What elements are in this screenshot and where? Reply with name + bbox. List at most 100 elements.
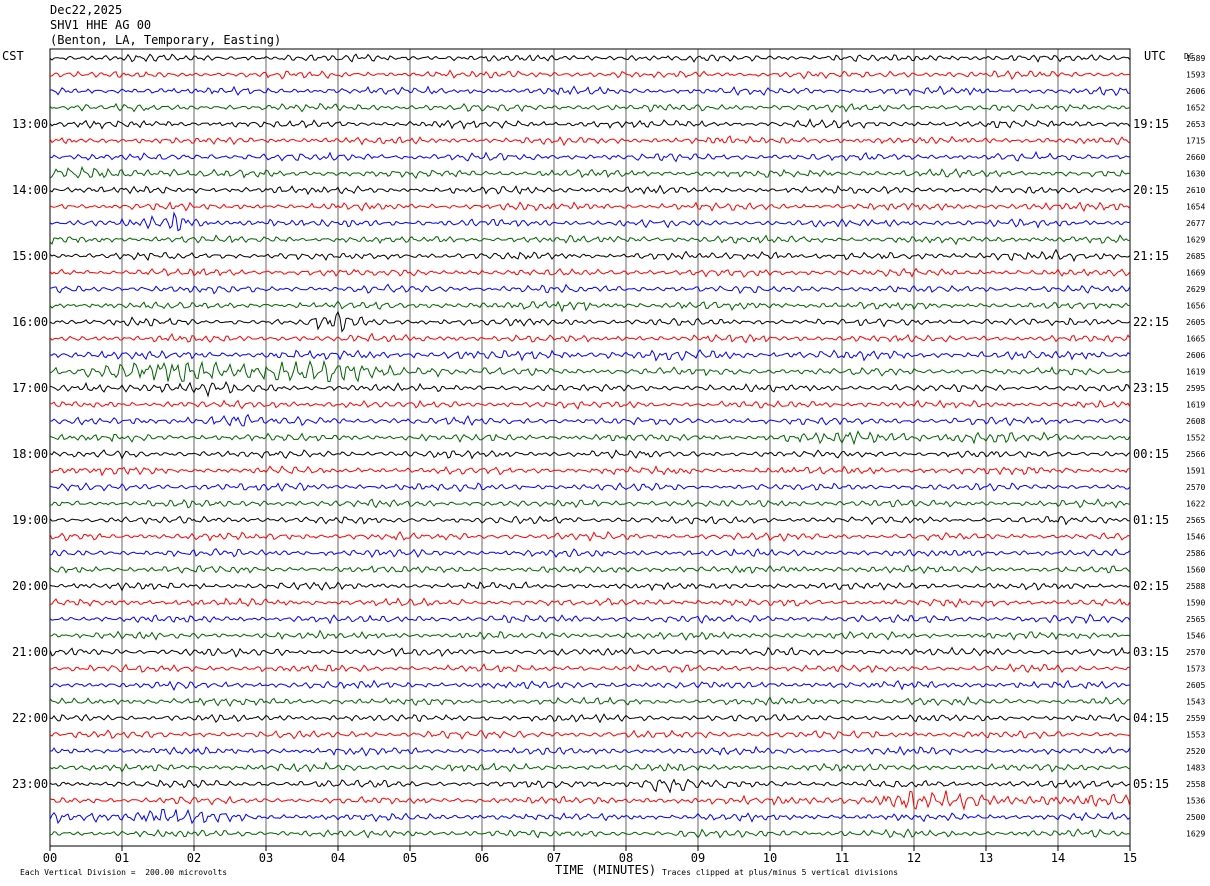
dc-offset-value: 1543 bbox=[1186, 698, 1205, 707]
left-hour-label: 19:00 bbox=[12, 513, 48, 527]
left-hour-label: 14:00 bbox=[12, 183, 48, 197]
trace-line bbox=[49, 267, 1131, 278]
dc-offset-value: 2608 bbox=[1186, 417, 1205, 426]
dc-offset-value: 2558 bbox=[1186, 780, 1205, 789]
dc-offset-value: 2610 bbox=[1186, 186, 1205, 195]
trace-line bbox=[49, 150, 1131, 163]
right-hour-label: 04:15 bbox=[1133, 711, 1169, 725]
trace-line bbox=[49, 696, 1131, 708]
trace-line bbox=[49, 808, 1131, 825]
left-hour-label: 18:00 bbox=[12, 447, 48, 461]
dc-offset-value: 1665 bbox=[1186, 335, 1205, 344]
dc-offset-value: 1652 bbox=[1186, 104, 1205, 113]
right-hour-label: 03:15 bbox=[1133, 645, 1169, 659]
helicorder-plot: 13:00 14:00 15:00 16:00 17:00 18:00 19:00 20:00… bbox=[12, 48, 1205, 865]
trace-line bbox=[49, 283, 1131, 295]
left-hour-label: 13:00 bbox=[12, 117, 48, 131]
dc-offset-value: 2606 bbox=[1186, 351, 1205, 360]
trace-line bbox=[49, 679, 1131, 691]
trace-line bbox=[49, 530, 1131, 542]
x-tick-label: 11 bbox=[835, 851, 849, 865]
dc-offset-value: 2677 bbox=[1186, 219, 1205, 228]
trace-line bbox=[49, 828, 1131, 839]
trace-line bbox=[49, 300, 1131, 313]
dc-offset-value: 2566 bbox=[1186, 450, 1205, 459]
left-hour-label: 20:00 bbox=[12, 579, 48, 593]
trace-line bbox=[49, 713, 1131, 724]
trace-line bbox=[49, 211, 1131, 232]
time-grid bbox=[49, 48, 1131, 847]
dc-offset-value: 1546 bbox=[1186, 632, 1205, 641]
clip-note: Traces clipped at plus/minus 5 vertical … bbox=[662, 868, 899, 877]
dc-offset-value: 2660 bbox=[1186, 153, 1205, 162]
right-hour-label: 21:15 bbox=[1133, 249, 1169, 263]
trace-line bbox=[49, 613, 1131, 625]
trace-line bbox=[49, 380, 1131, 398]
dc-offset-value: 2586 bbox=[1186, 549, 1205, 558]
trace-line bbox=[49, 449, 1131, 460]
trace-line bbox=[49, 597, 1131, 608]
left-hour-label: 17:00 bbox=[12, 381, 48, 395]
dc-offset-value: 1536 bbox=[1186, 797, 1205, 806]
trace-line bbox=[49, 790, 1131, 811]
dc-offset-value: 2588 bbox=[1186, 582, 1205, 591]
x-axis-title: TIME (MINUTES) bbox=[555, 863, 657, 877]
dc-offset-value: 2565 bbox=[1186, 516, 1205, 525]
trace-line bbox=[49, 310, 1131, 333]
x-tick-label: 13 bbox=[979, 851, 993, 865]
trace-line bbox=[49, 399, 1131, 410]
dc-offset-value: 2565 bbox=[1186, 615, 1205, 624]
plot-frame bbox=[49, 48, 1131, 847]
dc-offset-value: 2605 bbox=[1186, 681, 1205, 690]
dc-offset-value: 1619 bbox=[1186, 368, 1205, 377]
trace-line bbox=[49, 348, 1131, 362]
dc-offset-value: 1573 bbox=[1186, 665, 1205, 674]
trace-line bbox=[49, 564, 1131, 575]
dc-offset-value: 1552 bbox=[1186, 434, 1205, 443]
trace-line bbox=[50, 745, 1131, 757]
dc-offset-value: 2629 bbox=[1186, 285, 1205, 294]
trace-line bbox=[49, 465, 1131, 477]
dc-offset-value: 1591 bbox=[1186, 467, 1205, 476]
right-hour-label: 02:15 bbox=[1133, 579, 1169, 593]
dc-offset-value: 1656 bbox=[1186, 302, 1205, 311]
trace-line bbox=[49, 135, 1131, 147]
dc-offset-value: 1630 bbox=[1186, 170, 1205, 179]
dc-offset-value: 2606 bbox=[1186, 87, 1205, 96]
trace-line bbox=[49, 102, 1131, 113]
dc-offset-value: 1593 bbox=[1186, 71, 1205, 80]
dc-offset-value: 1629 bbox=[1186, 236, 1205, 245]
right-hour-label: 05:15 bbox=[1133, 777, 1169, 791]
x-tick-label: 05 bbox=[403, 851, 417, 865]
dc-offset-value: 2570 bbox=[1186, 483, 1205, 492]
dc-offset-value: 1589 bbox=[1186, 54, 1205, 63]
trace-line bbox=[49, 761, 1131, 773]
dc-offset-value: 2520 bbox=[1186, 747, 1205, 756]
right-hour-label: 22:15 bbox=[1133, 315, 1169, 329]
x-tick-label: 15 bbox=[1123, 851, 1137, 865]
dc-offset-value: 2653 bbox=[1186, 120, 1205, 129]
x-tick-label: 14 bbox=[1051, 851, 1065, 865]
trace-line bbox=[50, 413, 1131, 427]
trace-line bbox=[49, 778, 1131, 794]
trace-line bbox=[49, 85, 1131, 97]
trace-line bbox=[49, 547, 1131, 558]
dc-offset-value: 2570 bbox=[1186, 648, 1205, 657]
x-tick-label: 10 bbox=[763, 851, 777, 865]
left-hour-label: 23:00 bbox=[12, 777, 48, 791]
dc-offset-value: 1715 bbox=[1186, 137, 1205, 146]
trace-line bbox=[49, 430, 1131, 446]
left-hour-label: 22:00 bbox=[12, 711, 48, 725]
dc-offset-value: 1629 bbox=[1186, 830, 1205, 839]
seismic-traces bbox=[49, 53, 1131, 839]
trace-line bbox=[49, 663, 1131, 674]
dc-offset-value: 2559 bbox=[1186, 714, 1205, 723]
dc-offset-value: 1546 bbox=[1186, 533, 1205, 542]
dc-offset-value: 1483 bbox=[1186, 764, 1205, 773]
right-hour-label: 19:15 bbox=[1133, 117, 1169, 131]
left-hour-label: 21:00 bbox=[12, 645, 48, 659]
trace-line bbox=[49, 646, 1131, 658]
trace-line bbox=[49, 165, 1131, 180]
scale-note: Each Vertical Division = 200.00 microvol… bbox=[20, 868, 228, 877]
right-hour-label: 20:15 bbox=[1133, 183, 1169, 197]
